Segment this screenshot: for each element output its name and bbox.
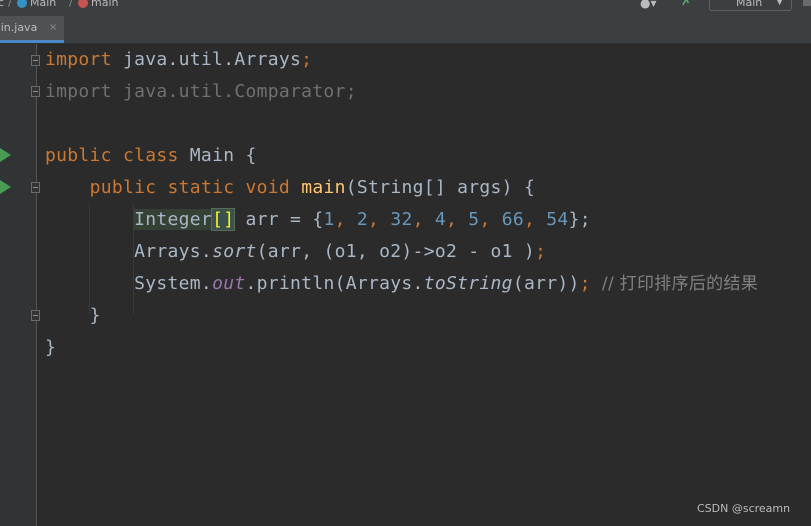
class-name: Main [189,145,235,166]
run-class-icon[interactable] [0,148,11,162]
code-line-array-declaration[interactable]: Integer[] arr = {1, 2, 32, 4, 5, 66, 54}… [45,208,591,232]
static-method: toString [423,273,513,294]
semicolon: ; [579,273,591,294]
code-line-import-arrays[interactable]: import java.util.Arrays; [45,48,312,72]
breadcrumb-separator: / [8,0,12,9]
class-ref: Arrays. [134,241,213,262]
type-name: Integer [134,209,213,230]
editor-tab-bar: ain.java × [0,16,811,44]
code-line-sort-call[interactable]: Arrays.sort(arr, (o1, o2)->o2 - o1 ); [45,240,546,264]
method-name: main [301,177,346,198]
method-params: (String[] args) { [345,177,536,198]
navigation-bar: c / Main / main ●▾ ✗ Main ▼ [0,0,811,16]
breadcrumb-method-label: main [91,0,119,9]
semicolon: ; [535,241,547,262]
keyword: public [89,177,157,198]
keyword: static [167,177,235,198]
breadcrumb-method[interactable]: main [78,0,118,10]
code-line-import-comparator[interactable]: import java.util.Comparator; [45,80,357,104]
run-icon[interactable] [803,0,811,6]
number-literal: 4 [434,209,447,230]
breadcrumb-root[interactable]: c [0,0,4,10]
static-method: sort [212,241,257,262]
watermark: CSDN @screamn [697,502,791,515]
number-literal: 66 [501,209,524,230]
code-text: java.util.Arrays [111,49,302,70]
line-comment: // 打印排序后的结果 [601,274,759,294]
brace: } [45,337,57,358]
method-icon [78,0,88,8]
chevron-down-icon: ▼ [776,0,783,7]
semicolon: ; [301,49,313,70]
run-main-icon[interactable] [0,180,11,194]
number-literal: 54 [546,209,569,230]
run-configuration-select[interactable]: Main ▼ [709,0,792,11]
number-literal: 5 [468,209,480,230]
editor-gutter[interactable] [0,44,40,526]
keyword: class [122,145,179,166]
number-literal: 2 [356,209,369,230]
close-icon[interactable]: × [49,16,57,40]
code-line-println-call[interactable]: System.out.println(Arrays.toString(arr))… [45,272,758,296]
build-hammer-icon[interactable]: ✗ [681,0,692,9]
brace: { [245,145,257,166]
call-args: (arr)) [512,273,580,294]
code-line-main-method[interactable]: public static void main(String[] args) { [45,176,535,200]
matched-brackets: [] [211,208,236,231]
class-icon [17,0,27,8]
class-ref: System. [134,273,213,294]
keyword: import [45,49,112,70]
code-text: }; [568,209,591,230]
code-line-close-class[interactable]: } [45,336,56,360]
number-literal: 1 [323,209,335,230]
code-editor[interactable]: import java.util.Arrays; import java.uti… [38,44,811,526]
tab-main-java[interactable]: ain.java × [0,16,64,43]
breadcrumb-class[interactable]: Main [17,0,56,10]
run-configuration-label: Main [736,0,763,9]
keyword: public [45,145,112,166]
code-line-close-method[interactable]: } [45,304,101,328]
call-text: .println(Arrays. [245,273,424,294]
code-text: arr = { [234,209,324,230]
keyword: void [245,177,291,198]
breadcrumb-class-label: Main [30,0,57,9]
number-literal: 32 [390,209,413,230]
breadcrumb-separator: / [69,0,73,9]
static-field: out [212,273,246,294]
brace: } [89,305,101,326]
call-args: (arr, (o1, o2)->o2 - o1 ) [256,241,536,262]
tab-label: ain.java [0,21,38,34]
user-icon[interactable]: ●▾ [640,0,657,10]
code-line-class-declaration[interactable]: public class Main { [45,144,257,168]
